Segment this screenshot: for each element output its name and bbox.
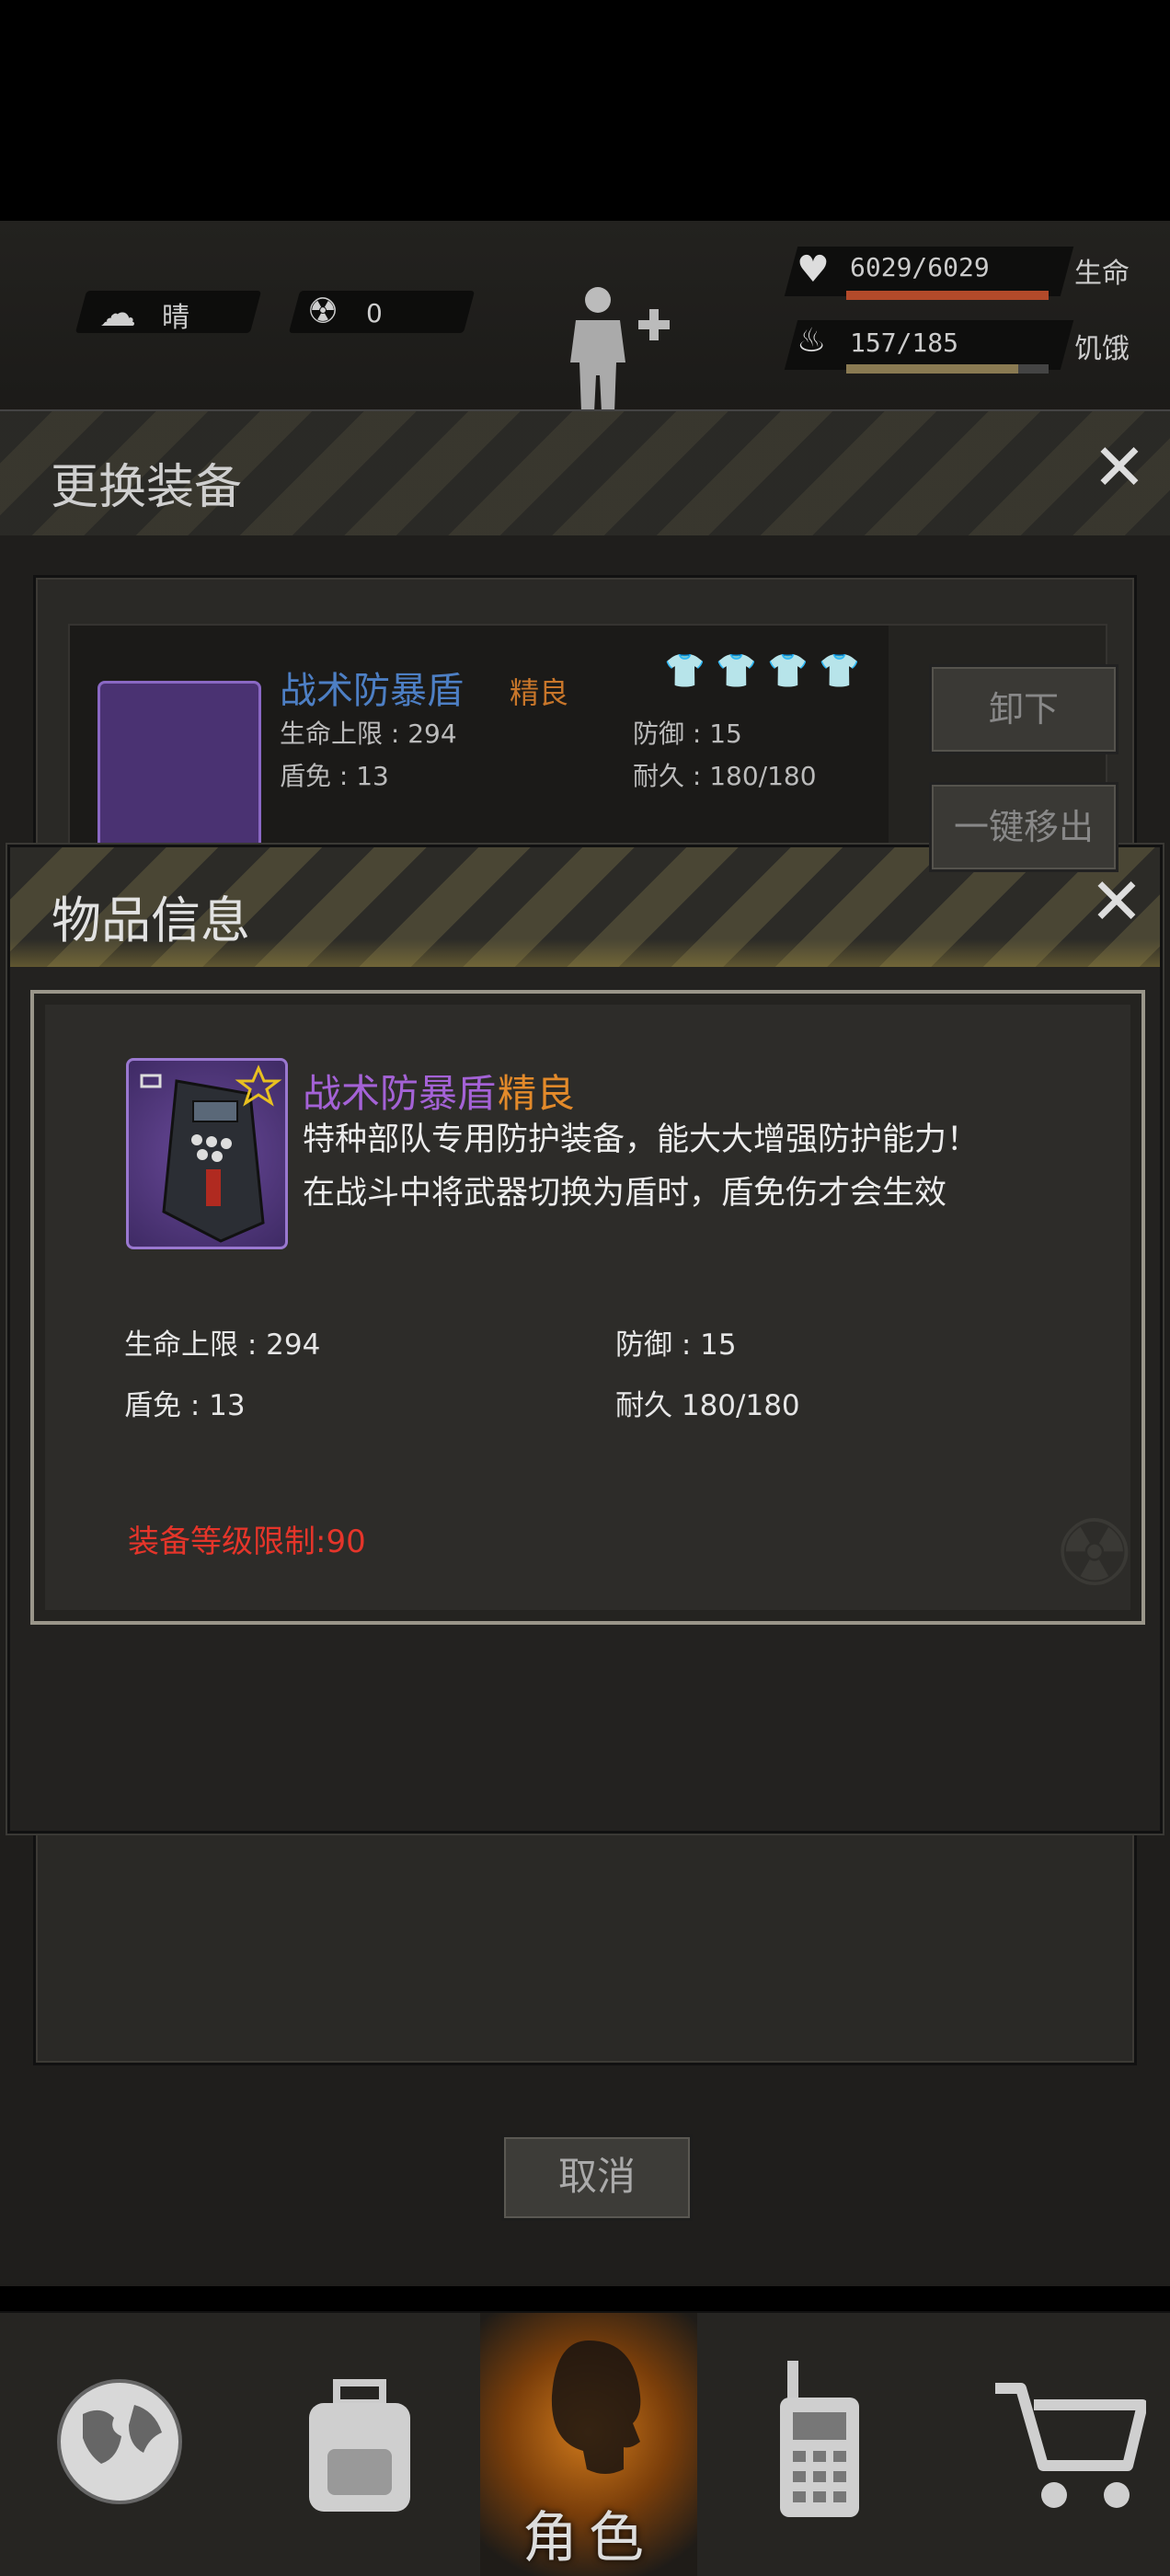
equipped-defense-stat: 防御 : 15 [633,719,742,749]
equipped-item-thumb [98,681,261,865]
shirt-icon: 👕 [767,652,809,690]
tab-shop[interactable] [938,2313,1170,2576]
info-close-icon[interactable]: ✕ [1084,869,1149,937]
radiation-value: 0 [366,298,383,328]
equipped-hp-stat: 生命上限 : 294 [280,719,457,749]
health-bar-fill [846,291,1049,300]
riot-shield-item-icon [126,1058,288,1249]
shopping-cart-icon [995,2383,1146,2508]
hunger-bar [846,364,1049,374]
equipped-shield-stat: 盾免 : 13 [280,761,389,791]
shield-stat: 盾免 : 13 [124,1389,246,1422]
body-add-icon[interactable] [563,283,673,412]
radiation-icon: ☢ [307,291,339,331]
top-black-area [0,0,1170,221]
status-hud: ☁ 晴 ☢ 0 ♥ 6029/6029 生命 ♨ 157/185 饥饿 [0,0,1170,423]
item-description-line: 在战斗中将武器切换为盾时，盾免伤才会生效 [303,1175,947,1212]
weather-icon: ☁ [99,293,136,335]
health-label: 生命 [1074,258,1130,290]
equipped-item-grade: 精良 [510,675,569,710]
item-name: 战术防暴盾 [303,1071,497,1116]
remove-all-button[interactable]: 一键移出 [929,782,1118,872]
tab-character[interactable]: 角色 [480,2313,697,2576]
stomach-icon: ♨ [797,322,827,360]
tab-radio[interactable] [697,2313,938,2576]
item-info-panel: 战术防暴盾 精良 特种部队专用防护装备，能大大增强防护能力！ 在战斗中将武器切换… [30,990,1145,1625]
item-description-line: 特种部队专用防护装备，能大大增强防护能力！ [303,1121,980,1158]
unequip-button[interactable]: 卸下 [929,664,1118,754]
heart-icon: ♥ [797,248,830,291]
hp-max-stat: 生命上限 : 294 [124,1328,321,1362]
info-dialog-title: 物品信息 [52,891,250,949]
riot-shield-icon [140,1064,282,1243]
walkie-talkie-icon [780,2361,859,2517]
equipped-item-card[interactable]: 战术防暴盾 精良 生命上限 : 294 盾免 : 13 防御 : 15 耐久 :… [68,624,1118,872]
durability-stat: 耐久 180/180 [615,1389,800,1422]
shirt-icon: 👕 [819,652,860,690]
bottom-nav: 角色 [0,2311,1170,2576]
hunger-value: 157/185 [850,328,959,358]
equipped-item-name: 战术防暴盾 [280,670,464,712]
equip-close-icon[interactable]: ✕ [1087,435,1152,503]
hunger-bar-fill [846,364,1018,374]
defense-stat: 防御 : 15 [615,1328,737,1362]
shirt-icon: 👕 [664,652,705,690]
globe-icon [57,2379,182,2504]
equip-dialog-title: 更换装备 [51,460,243,515]
cancel-button[interactable]: 取消 [501,2134,693,2221]
level-requirement: 装备等级限制:90 [128,1524,366,1560]
tab-world[interactable] [0,2313,239,2576]
equipped-durability-stat: 耐久 : 180/180 [633,761,817,791]
item-info-dialog: 物品信息 ✕ 战术防暴盾 精良 特种部队专用防护装备，能大大增强防护能力！ 在战… [7,845,1163,1834]
tab-character-label: 角色 [522,2506,655,2570]
weather-label: 晴 [162,302,189,334]
tab-inventory[interactable] [239,2313,480,2576]
health-bar [846,291,1049,300]
backpack-icon [309,2379,410,2512]
head-silhouette-icon [551,2340,641,2474]
item-grade: 精良 [498,1071,576,1116]
hunger-label: 饥饿 [1074,333,1130,365]
radiation-watermark-icon: ☢ [1053,1500,1136,1607]
shirt-icon: 👕 [716,652,757,690]
health-value: 6029/6029 [850,252,990,282]
